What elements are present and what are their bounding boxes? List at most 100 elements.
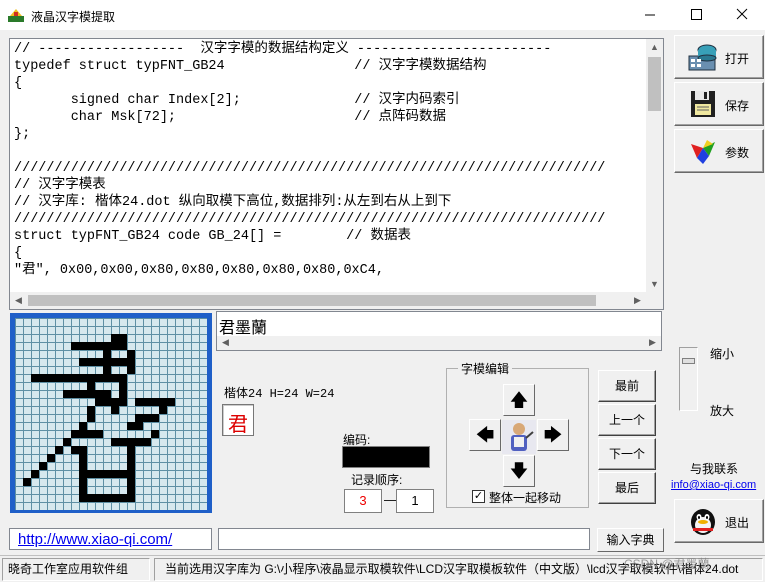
glyph-pixel[interactable] [95,494,103,502]
horizontal-scroll-thumb[interactable] [28,295,596,306]
glyph-pixel[interactable] [103,494,111,502]
input-dictionary-button[interactable]: 输入字典 [597,528,664,552]
glyph-pixel[interactable] [127,494,135,502]
glyph-pixel[interactable] [95,398,103,406]
glyph-pixel[interactable] [87,414,95,422]
glyph-pixel[interactable] [127,478,135,486]
glyph-pixel[interactable] [23,478,31,486]
next-button[interactable]: 下一个 [598,438,656,470]
vertical-scrollbar[interactable]: ▲ ▼ [646,39,663,293]
glyph-pixel[interactable] [119,358,127,366]
glyph-pixel[interactable] [127,446,135,454]
glyph-pixel[interactable] [127,470,135,478]
glyph-pixel[interactable] [39,374,47,382]
move-right-button[interactable]: 🡆 [537,419,569,451]
minimize-button[interactable] [627,0,673,30]
prev-button[interactable]: 上一个 [598,404,656,436]
char-scroll-right-icon[interactable]: ▶ [644,334,661,351]
glyph-pixel[interactable] [111,334,119,342]
glyph-pixel[interactable] [119,398,127,406]
glyph-pixel[interactable] [111,374,119,382]
params-button[interactable]: 参数 [674,129,764,173]
scroll-up-icon[interactable]: ▲ [646,39,663,56]
glyph-pixel[interactable] [127,422,135,430]
glyph-pixel[interactable] [87,358,95,366]
glyph-pixel[interactable] [111,470,119,478]
glyph-pixel[interactable] [127,366,135,374]
glyph-pixel[interactable] [47,454,55,462]
glyph-pixel[interactable] [87,406,95,414]
scroll-down-icon[interactable]: ▼ [646,276,663,293]
glyph-pixel[interactable] [103,358,111,366]
glyph-pixel[interactable] [159,398,167,406]
glyph-pixel[interactable] [119,494,127,502]
glyph-pixel[interactable] [87,342,95,350]
glyph-pixel[interactable] [55,446,63,454]
glyph-pixel[interactable] [87,382,95,390]
save-button[interactable]: 保存 [674,82,764,126]
glyph-pixel[interactable] [71,342,79,350]
glyph-pixel[interactable] [111,358,119,366]
glyph-editor[interactable] [10,313,212,513]
glyph-pixel[interactable] [119,382,127,390]
glyph-pixel[interactable] [63,390,71,398]
glyph-pixel[interactable] [79,462,87,470]
code-output-panel[interactable]: // ------------------ 汉字字模的数据结构定义 ------… [9,38,664,310]
glyph-pixel[interactable] [95,358,103,366]
email-link[interactable]: info@xiao-qi.com [671,479,756,491]
scroll-left-icon[interactable]: ◀ [10,292,27,309]
first-button[interactable]: 最前 [598,370,656,402]
glyph-pixel[interactable] [135,422,143,430]
glyph-pixel[interactable] [79,374,87,382]
glyph-pixel[interactable] [71,390,79,398]
glyph-pixel[interactable] [127,358,135,366]
close-button[interactable] [719,0,765,30]
glyph-pixel[interactable] [111,494,119,502]
glyph-pixel[interactable] [127,486,135,494]
glyph-pixel[interactable] [79,446,87,454]
last-button[interactable]: 最后 [598,472,656,504]
glyph-pixel[interactable] [87,374,95,382]
glyph-pixel[interactable] [87,470,95,478]
glyph-pixel[interactable] [103,374,111,382]
glyph-pixel[interactable] [95,430,103,438]
move-left-button[interactable]: 🡄 [469,419,501,451]
exit-button[interactable]: 退出 [674,499,764,543]
code-text[interactable]: // ------------------ 汉字字模的数据结构定义 ------… [14,41,605,279]
glyph-pixel[interactable] [103,398,111,406]
glyph-pixel[interactable] [79,342,87,350]
move-up-button[interactable]: 🡅 [503,384,535,416]
glyph-pixel[interactable] [47,374,55,382]
glyph-pixel[interactable] [79,454,87,462]
move-down-button[interactable]: 🡇 [503,455,535,487]
vertical-scroll-thumb[interactable] [648,57,661,111]
glyph-pixel[interactable] [39,462,47,470]
glyph-pixel[interactable] [87,390,95,398]
glyph-pixel[interactable] [127,350,135,358]
glyph-pixel[interactable] [79,430,87,438]
glyph-pixel[interactable] [103,390,111,398]
glyph-pixel[interactable] [143,398,151,406]
glyph-pixel[interactable] [95,470,103,478]
glyph-pixel[interactable] [111,398,119,406]
glyph-pixel[interactable] [71,430,79,438]
glyph-pixel[interactable] [79,358,87,366]
glyph-pixel[interactable] [87,430,95,438]
glyph-pixel[interactable] [119,470,127,478]
glyph-pixel[interactable] [71,446,79,454]
glyph-pixel[interactable] [127,454,135,462]
glyph-pixel[interactable] [111,342,119,350]
glyph-pixel[interactable] [79,390,87,398]
dictionary-input[interactable] [218,528,590,550]
move-together-checkbox[interactable]: ✓ [472,490,485,503]
glyph-pixel[interactable] [95,342,103,350]
glyph-pixel[interactable] [135,398,143,406]
zoom-slider[interactable] [679,347,698,411]
glyph-pixel[interactable] [95,390,103,398]
glyph-pixel[interactable] [135,414,143,422]
glyph-pixel[interactable] [31,470,39,478]
zoom-slider-thumb[interactable] [682,358,695,364]
glyph-pixel[interactable] [167,398,175,406]
glyph-pixel[interactable] [79,486,87,494]
glyph-pixel[interactable] [103,366,111,374]
